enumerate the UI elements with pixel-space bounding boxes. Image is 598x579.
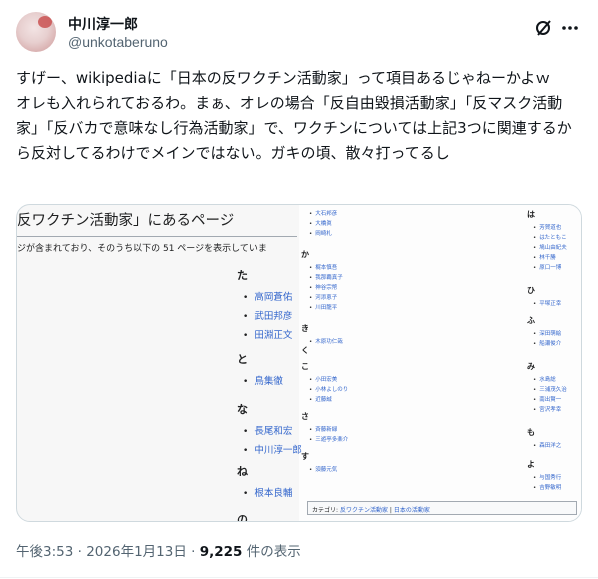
wiki-page-link[interactable]: 与国秀行 [533,473,561,481]
category-label: カテゴリ: [312,507,339,514]
section-letter: み [527,362,535,371]
wiki-page-link[interactable]: 吉野敏明 [533,483,561,491]
section-letter: さ [301,412,309,421]
wikipedia-screenshot: 反ワクチン活動家」にあるページ ジが含まれており、そのうち以下の 51 ページを… [17,205,581,521]
wiki-page-link[interactable]: 斉藤新緑 [309,425,337,433]
tweet-time[interactable]: 午後3:53 [16,544,73,560]
wiki-page-link[interactable]: 鳩山由紀夫 [533,243,567,251]
wiki-page-link[interactable]: 宮沢孝幸 [533,405,561,413]
wiki-page-link[interactable]: 根本良輔 [243,485,292,499]
wiki-page-link[interactable]: 林千勝 [533,253,556,261]
tweet-date[interactable]: 2026年1月13日 [86,544,187,560]
section-letter: な [237,403,248,416]
category-link[interactable]: 日本の活動家 [394,507,430,514]
wiki-page-title: 反ワクチン活動家」にあるページ [17,213,235,229]
category-link[interactable]: 反ワクチン活動家 [340,507,388,514]
more-icon[interactable] [560,18,580,38]
section-letter: も [527,428,535,437]
user-handle[interactable]: @unkotaberuno [68,34,168,50]
meta-separator: · [77,544,82,560]
section-letter: の [237,513,248,522]
wiki-page-link[interactable]: 川田龍平 [309,303,337,311]
wiki-page-link[interactable]: 中川淳一郎 [243,442,302,456]
wiki-page-link[interactable]: 田淵正文 [243,327,292,341]
wiki-page-subtitle: ジが含まれており、そのうち以下の 51 ページを表示していま [17,244,267,254]
wiki-page-link[interactable]: 我那覇真子 [309,273,343,281]
wiki-page-link[interactable]: 原口一博 [533,263,561,271]
display-name[interactable]: 中川淳一郎 [68,14,138,34]
wiki-page-link[interactable]: 高岡蒼佑 [243,289,292,303]
section-letter: は [527,210,535,219]
wiki-title-divider [17,236,297,237]
wiki-page-link[interactable]: 小林よしのり [309,385,348,393]
section-letter: た [237,269,248,282]
section-letter: か [301,250,309,259]
tweet-header: 中川淳一郎 @unkotaberuno [16,12,582,56]
avatar[interactable] [16,12,56,52]
meta-separator: · [191,544,196,560]
wiki-page-link[interactable]: 芳賀道也 [533,223,561,231]
section-letter: す [301,452,309,461]
view-count-label: 件の表示 [246,544,301,560]
section-letter: ね [237,465,248,478]
view-count: 9,225 [199,544,243,560]
wiki-page-link[interactable]: 近藤誠 [309,395,332,403]
section-letter: よ [527,460,535,469]
wiki-category-box: カテゴリ: 反ワクチン活動家 | 日本の活動家 [307,501,577,515]
wiki-page-link[interactable]: 神谷宗幣 [309,283,337,291]
wiki-page-link[interactable]: 小田宏美 [309,375,337,383]
wiki-page-link[interactable]: 深田萌絵 [533,329,561,337]
wiki-page-link[interactable]: 大石邦彦 [309,209,337,217]
wiki-page-link[interactable]: 平塚正幸 [533,299,561,307]
wiki-page-link[interactable]: 船瀬俊介 [533,339,561,347]
wiki-page-link[interactable]: 森田洋之 [533,441,561,449]
bottom-divider [0,577,598,578]
wiki-page-link[interactable]: 鳥集徹 [243,373,283,387]
section-letter: き [301,324,309,333]
wiki-page-link[interactable]: 水島総 [533,375,556,383]
tweet-text: すげー、wikipediaに「日本の反ワクチン活動家」って項目あるじゃねーかよｗ… [16,69,572,162]
section-letter: く [301,346,309,355]
grok-icon[interactable] [534,18,554,38]
wiki-page-link[interactable]: 河添恵子 [309,293,337,301]
wiki-page-link[interactable]: 須藤元気 [309,465,337,473]
wiki-page-link[interactable]: 木原功仁哉 [309,337,343,345]
section-letter: と [237,353,248,366]
wiki-page-link[interactable]: 三遊亭多楽介 [309,435,348,443]
wiki-page-link[interactable]: 武田邦彦 [243,308,292,322]
section-letter: ふ [527,316,535,325]
attached-image[interactable]: 反ワクチン活動家」にあるページ ジが含まれており、そのうち以下の 51 ページを… [16,204,582,522]
wiki-page-link[interactable]: 三浦茂久治 [533,385,567,393]
wiki-page-link[interactable]: 大橋眞 [309,219,332,227]
wiki-page-link[interactable]: 梶本慎吾 [309,263,337,271]
wiki-page-link[interactable]: 長尾和宏 [243,423,292,437]
tweet-meta: 午後3:53 · 2026年1月13日 · 9,225 件の表示 [16,540,301,560]
wiki-page-link[interactable]: 南出賢一 [533,395,561,403]
wiki-page-link[interactable]: はたともこ [533,233,566,241]
section-letter: ひ [527,286,535,295]
wiki-page-link[interactable]: 岡崎札 [309,229,332,237]
section-letter: こ [301,362,309,371]
